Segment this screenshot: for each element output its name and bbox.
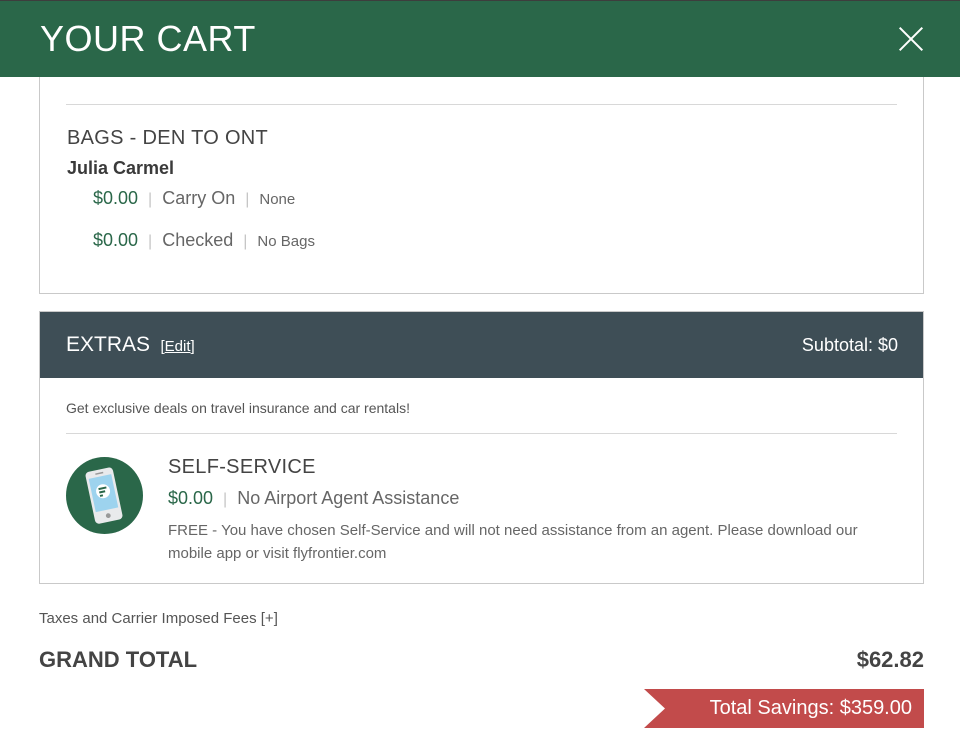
edit-bracket-close: ] bbox=[190, 338, 195, 355]
bag-type: Carry On bbox=[162, 188, 236, 208]
edit-extras-link[interactable]: Edit bbox=[165, 338, 191, 355]
bag-detail: No Bags bbox=[257, 233, 315, 250]
passenger-name: Julia Carmel bbox=[67, 158, 175, 178]
extras-subtotal: Subtotal: $0 bbox=[801, 334, 898, 355]
total-savings-banner: Total Savings: $359.00 bbox=[644, 689, 924, 728]
bag-item-checked: $0.00 | Checked | No Bags bbox=[93, 230, 315, 251]
bags-section: BAGS - DEN TO ONT Julia Carmel $0.00 | C… bbox=[39, 77, 924, 294]
deals-text: Get exclusive deals on travel insurance … bbox=[66, 400, 410, 416]
taxes-fees-toggle[interactable]: Taxes and Carrier Imposed Fees [+] bbox=[39, 610, 278, 627]
grand-total-label: GRAND TOTAL bbox=[39, 647, 198, 672]
extras-title: EXTRAS bbox=[66, 333, 151, 356]
mobile-phone-icon bbox=[66, 457, 143, 534]
divider bbox=[66, 104, 897, 105]
extras-section: EXTRAS [Edit] Subtotal: $0 Get exclusive… bbox=[39, 311, 924, 584]
self-service-row: $0.00 | No Airport Agent Assistance bbox=[168, 488, 459, 509]
divider bbox=[66, 433, 897, 434]
bags-title: BAGS - DEN TO ONT bbox=[67, 127, 269, 149]
cart-header: YOUR CART bbox=[0, 0, 960, 77]
bag-price: $0.00 bbox=[93, 230, 139, 250]
extras-header: EXTRAS [Edit] Subtotal: $0 bbox=[40, 312, 923, 378]
self-service-note: FREE - You have chosen Self-Service and … bbox=[168, 522, 858, 562]
self-service-title: SELF-SERVICE bbox=[168, 456, 316, 478]
separator: | bbox=[148, 191, 153, 208]
bag-item-carry-on: $0.00 | Carry On | None bbox=[93, 188, 295, 209]
separator: | bbox=[223, 491, 228, 508]
cart-title: YOUR CART bbox=[40, 18, 256, 59]
self-service-price: $0.00 bbox=[168, 488, 214, 508]
grand-total-value: $62.82 bbox=[856, 647, 924, 672]
bag-detail: None bbox=[259, 191, 296, 208]
separator: | bbox=[148, 233, 153, 250]
bag-price: $0.00 bbox=[93, 188, 139, 208]
self-service-description: No Airport Agent Assistance bbox=[237, 488, 460, 508]
bag-type: Checked bbox=[162, 230, 234, 250]
separator: | bbox=[243, 233, 248, 250]
close-icon[interactable] bbox=[898, 26, 924, 52]
separator: | bbox=[245, 191, 250, 208]
